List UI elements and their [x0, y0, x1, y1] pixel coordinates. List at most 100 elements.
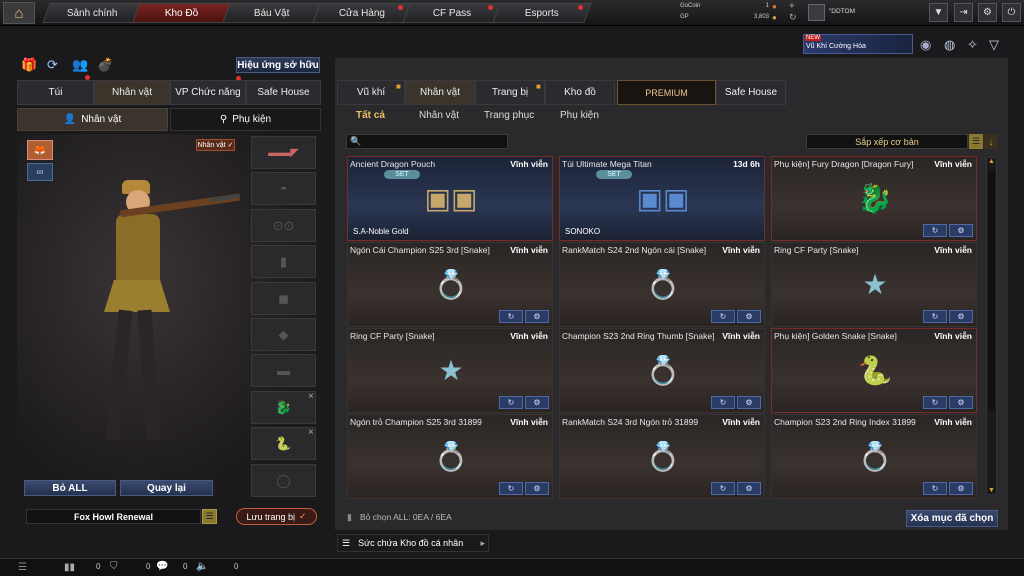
- bomb-icon[interactable]: 💣: [97, 57, 113, 73]
- subtab-costume[interactable]: Trang phục: [484, 110, 534, 124]
- tab-function-items[interactable]: VP Chức năng: [170, 80, 246, 105]
- gear-icon[interactable]: ⚙: [949, 396, 973, 409]
- effects-button[interactable]: Hiệu ứng sở hữu: [236, 57, 320, 73]
- speaker-icon[interactable]: 🔈: [196, 561, 208, 572]
- exchange-icon[interactable]: ↻: [923, 224, 947, 237]
- nav-tab-treasure[interactable]: Báu Vật: [222, 3, 322, 23]
- close-icon[interactable]: ×: [308, 427, 314, 438]
- exchange-icon[interactable]: ↻: [711, 482, 735, 495]
- gear-icon[interactable]: ⚙: [949, 482, 973, 495]
- scroll-up-icon[interactable]: ▲: [988, 158, 995, 165]
- sort-order-icon[interactable]: ↓: [984, 134, 998, 149]
- tab-character[interactable]: Nhân vật: [94, 80, 170, 105]
- v-logo-icon[interactable]: ▽: [989, 37, 999, 53]
- tab-equipment[interactable]: Trang bị: [475, 80, 545, 105]
- shield-icon[interactable]: ▼: [929, 3, 948, 22]
- gear-icon[interactable]: ⚙: [949, 310, 973, 323]
- home-button[interactable]: ⌂: [3, 2, 35, 24]
- users-icon[interactable]: 👥: [72, 57, 88, 73]
- add-gocoin-icon[interactable]: +: [789, 1, 795, 12]
- item-card[interactable]: Champion S23 2nd Ring Thumb [Snake] Vĩnh …: [559, 328, 765, 413]
- tab-premium[interactable]: PREMIUM: [617, 80, 716, 105]
- nav-tab-inventory[interactable]: Kho Đồ: [132, 3, 232, 23]
- promo-banner[interactable]: NEW Vũ Khí Cường Hóa: [803, 34, 913, 54]
- delete-selected-button[interactable]: Xóa mục đã chọn: [906, 510, 998, 527]
- scrollbar[interactable]: ▲ ▼: [986, 157, 997, 495]
- search-input[interactable]: 🔍: [346, 134, 508, 149]
- item-card[interactable]: Ngón Cái Champion S25 3rd [Snake] Vĩnh vi…: [347, 242, 553, 327]
- subtab-accessory[interactable]: ⚲ Phụ kiện: [170, 108, 321, 131]
- remove-all-button[interactable]: Bỏ ALL: [24, 480, 116, 496]
- item-card[interactable]: Ngón trỏ Champion S25 3rd 31899 Vĩnh viễn…: [347, 414, 553, 499]
- deselect-all-text[interactable]: Bỏ chọn ALL: 0EA / 6EA: [360, 512, 452, 522]
- sort-dropdown[interactable]: Sắp xếp cơ bản: [806, 134, 968, 149]
- close-icon[interactable]: ×: [308, 391, 314, 402]
- shield-icon[interactable]: ⛉: [110, 561, 118, 572]
- team-icon[interactable]: ∞: [27, 163, 53, 181]
- exchange-icon[interactable]: ↻: [499, 310, 523, 323]
- slot-ring-3[interactable]: ◯: [251, 464, 316, 497]
- globe-icon[interactable]: ◍: [944, 37, 955, 53]
- item-card[interactable]: Ring CF Party [Snake] Vĩnh viễn ★ ↻ ⚙: [347, 328, 553, 413]
- badge-icon[interactable]: ✧: [967, 37, 978, 53]
- refresh-icon[interactable]: ⟳: [47, 57, 58, 73]
- exit-icon[interactable]: ⇥: [954, 3, 973, 22]
- exchange-icon[interactable]: ↻: [711, 310, 735, 323]
- exchange-icon[interactable]: ↻: [499, 396, 523, 409]
- gear-icon[interactable]: ⚙: [525, 310, 549, 323]
- slot-body[interactable]: ◆: [251, 318, 316, 351]
- gear-icon[interactable]: ⚙: [525, 482, 549, 495]
- power-icon[interactable]: ⏻: [1002, 3, 1021, 22]
- tab-safe-house[interactable]: Safe House: [716, 80, 786, 105]
- item-card[interactable]: Champion S23 2nd Ring Index 31899 Vĩnh vi…: [771, 414, 977, 499]
- item-card[interactable]: Ancient Dragon Pouch Vĩnh viễn ▣▣ SET S.A-No…: [347, 156, 553, 241]
- subtab-character[interactable]: Nhân vật: [419, 110, 459, 124]
- slot-head[interactable]: ◓: [251, 172, 316, 205]
- slot-vest[interactable]: ◼: [251, 282, 316, 315]
- save-loadout-button[interactable]: Lưu trang bị ✓: [236, 508, 317, 525]
- subtab-character[interactable]: 👤 Nhân vật: [17, 108, 168, 131]
- nav-tab-cfpass[interactable]: CF Pass: [402, 3, 502, 23]
- tab-storage[interactable]: Kho đồ: [545, 80, 615, 105]
- gear-icon[interactable]: ⚙: [737, 310, 761, 323]
- gear-icon[interactable]: ⚙: [737, 396, 761, 409]
- capacity-bar[interactable]: ☰ Sức chứa Kho đồ cá nhân ▸: [337, 534, 489, 552]
- menu-icon[interactable]: ☰: [202, 509, 217, 524]
- subtab-all[interactable]: Tất cả: [356, 110, 385, 124]
- scroll-track[interactable]: [988, 171, 995, 411]
- fox-icon[interactable]: 🦊: [27, 140, 53, 160]
- scroll-down-icon[interactable]: ▼: [988, 487, 995, 494]
- gift-icon[interactable]: 🎁: [21, 57, 37, 73]
- exchange-icon[interactable]: ↻: [923, 482, 947, 495]
- nav-tab-lobby[interactable]: Sảnh chính: [42, 3, 142, 23]
- nav-tab-esports[interactable]: Esports: [492, 3, 592, 23]
- preset-name-field[interactable]: Fox Howl Renewal: [26, 509, 201, 524]
- tab-weapons[interactable]: Vũ khí: [337, 80, 405, 105]
- slot-ring-2[interactable]: 🐍: [251, 427, 316, 460]
- slot-ring-1[interactable]: 🐉: [251, 391, 316, 424]
- tab-character[interactable]: Nhân vật: [405, 80, 475, 105]
- back-button[interactable]: Quay lại: [120, 480, 213, 496]
- list-icon[interactable]: ☰: [18, 562, 27, 573]
- slot-gloves[interactable]: ▬: [251, 354, 316, 387]
- crest-icon[interactable]: ◉: [920, 37, 931, 53]
- item-card[interactable]: RankMatch S24 2nd Ngón cái [Snake] Vĩnh v…: [559, 242, 765, 327]
- tab-safe-house[interactable]: Safe House: [246, 80, 321, 105]
- gear-icon[interactable]: ⚙: [949, 224, 973, 237]
- exchange-icon[interactable]: ↻: [923, 310, 947, 323]
- tab-bag[interactable]: Túi: [17, 80, 94, 105]
- item-card[interactable]: RankMatch S24 3rd Ngón trỏ 31899 Vĩnh viễ…: [559, 414, 765, 499]
- menu-icon[interactable]: ☰: [969, 134, 983, 149]
- gear-icon[interactable]: ⚙: [525, 396, 549, 409]
- exchange-icon[interactable]: ↻: [711, 396, 735, 409]
- item-card[interactable]: Túi Ultimate Mega Titan 13d 6h ▣▣ SET SONOKO: [559, 156, 765, 241]
- slot-backpack[interactable]: ▮: [251, 245, 316, 278]
- friends-icon[interactable]: ▮▮: [64, 562, 75, 573]
- subtab-accessory[interactable]: Phụ kiện: [560, 110, 599, 124]
- chat-icon[interactable]: 💬: [156, 561, 168, 572]
- slot-eyes[interactable]: ⊙⊙: [251, 209, 316, 242]
- item-card[interactable]: Phụ kiện] Fury Dragon [Dragon Fury] Vĩnh …: [771, 156, 977, 241]
- gear-icon[interactable]: ⚙: [978, 3, 997, 22]
- item-card[interactable]: Phụ kiện] Golden Snake [Snake] Vĩnh viễn 🐍…: [771, 328, 977, 413]
- nav-tab-shop[interactable]: Cửa Hàng: [312, 3, 412, 23]
